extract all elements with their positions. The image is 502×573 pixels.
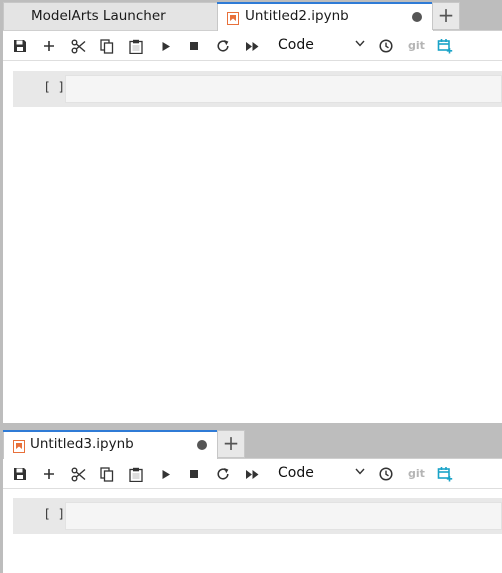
run-all-button[interactable] — [241, 35, 263, 57]
chevron-down-icon — [355, 468, 365, 475]
run-all-button[interactable] — [241, 463, 263, 485]
tab-bar: ModelArts Launcher Untitled2.ipynb + — [3, 0, 502, 31]
paste-icon — [129, 39, 143, 54]
calendar-add-icon — [437, 467, 453, 482]
save-button[interactable] — [9, 35, 31, 57]
stop-button[interactable] — [183, 35, 205, 57]
calendar-add-button[interactable] — [434, 35, 456, 57]
cell-prompt: [ ] — [43, 80, 65, 94]
tab-label: Untitled2.ipynb — [245, 8, 349, 24]
save-button[interactable] — [9, 463, 31, 485]
notebook-icon — [13, 438, 25, 453]
cell-input[interactable] — [65, 502, 502, 530]
code-cell[interactable]: [ ] — [13, 498, 502, 534]
code-cell[interactable]: [ ] — [13, 71, 502, 107]
tab-untitled2[interactable]: Untitled2.ipynb — [217, 2, 434, 31]
tab-untitled3[interactable]: Untitled3.ipynb — [3, 430, 218, 459]
calendar-add-icon — [437, 39, 453, 54]
notebook-toolbar: Code git — [3, 459, 502, 489]
restart-button[interactable] — [212, 463, 234, 485]
paste-button[interactable] — [125, 35, 147, 57]
tab-modelarts-launcher[interactable]: ModelArts Launcher — [3, 2, 218, 30]
notebook-pane-untitled2: ModelArts Launcher Untitled2.ipynb + Cod… — [3, 0, 502, 423]
paste-icon — [129, 467, 143, 482]
copy-icon — [100, 38, 114, 54]
cell-type-dropdown[interactable]: Code — [271, 34, 369, 58]
cut-button[interactable] — [67, 463, 89, 485]
tab-label: ModelArts Launcher — [31, 8, 166, 24]
tab-bar: Untitled3.ipynb + — [3, 428, 502, 459]
add-cell-button[interactable] — [38, 35, 60, 57]
clock-button[interactable] — [375, 35, 397, 57]
cell-input[interactable] — [65, 75, 502, 103]
restart-icon — [217, 40, 229, 52]
clock-icon — [379, 467, 393, 481]
run-button[interactable] — [155, 463, 177, 485]
notebook-icon — [227, 10, 239, 25]
tab-label: Untitled3.ipynb — [30, 436, 134, 452]
run-all-icon — [245, 41, 258, 51]
stop-button[interactable] — [183, 463, 205, 485]
copy-button[interactable] — [96, 35, 118, 57]
cell-type-value: Code — [278, 465, 314, 481]
git-icon[interactable]: git — [408, 467, 425, 480]
restart-button[interactable] — [212, 35, 234, 57]
add-tab-button[interactable]: + — [432, 2, 460, 30]
clock-icon — [379, 39, 393, 53]
cut-button[interactable] — [67, 35, 89, 57]
save-icon — [14, 468, 26, 480]
copy-button[interactable] — [96, 463, 118, 485]
run-icon — [162, 41, 170, 51]
stop-icon — [190, 470, 198, 478]
run-icon — [162, 469, 170, 479]
notebook-pane-untitled3: Untitled3.ipynb + Code git [] — [3, 428, 502, 573]
run-button[interactable] — [155, 35, 177, 57]
paste-button[interactable] — [125, 463, 147, 485]
add-cell-button[interactable] — [38, 463, 60, 485]
unsaved-indicator-icon[interactable] — [197, 440, 207, 450]
save-icon — [14, 40, 26, 52]
run-all-icon — [245, 469, 258, 479]
cut-icon — [71, 39, 85, 53]
add-tab-button[interactable]: + — [217, 430, 245, 458]
cell-type-dropdown[interactable]: Code — [271, 462, 369, 486]
clock-button[interactable] — [375, 463, 397, 485]
copy-icon — [100, 466, 114, 482]
chevron-down-icon — [355, 40, 365, 47]
notebook-toolbar: Code git — [3, 31, 502, 61]
unsaved-indicator-icon[interactable] — [412, 12, 422, 22]
calendar-add-button[interactable] — [434, 463, 456, 485]
restart-icon — [217, 468, 229, 480]
add-cell-icon — [44, 469, 54, 479]
git-icon[interactable]: git — [408, 39, 425, 52]
stop-icon — [190, 42, 198, 50]
add-cell-icon — [44, 41, 54, 51]
cell-type-value: Code — [278, 37, 314, 53]
cut-icon — [71, 467, 85, 481]
cell-prompt: [ ] — [43, 507, 65, 521]
